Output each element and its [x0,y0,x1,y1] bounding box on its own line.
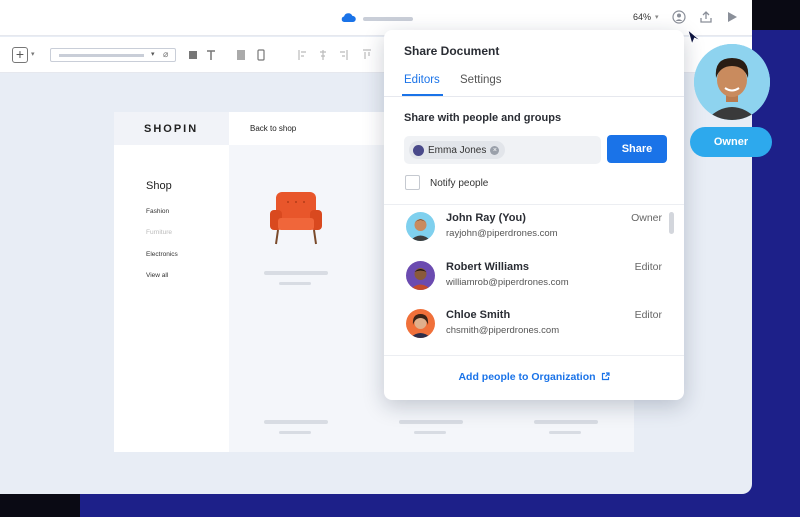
product-title-placeholder [264,420,328,424]
share-document-dialog: Share Document Editors Settings Share wi… [384,30,684,400]
person-role[interactable]: Editor [635,309,662,321]
shop-sidebar-title: Shop [146,180,172,192]
add-org-label: Add people to Organization [458,371,596,383]
share-section-label: Share with people and groups [404,112,562,124]
dialog-title: Share Document [404,44,500,58]
tab-editors[interactable]: Editors [404,74,440,86]
category-link[interactable]: Fashion [146,208,169,215]
list-item[interactable]: Robert Williams williamrob@piperdrones.c… [384,261,684,307]
product-price-placeholder [279,431,311,434]
shape-tool-icon[interactable] [188,49,198,61]
owner-avatar [694,44,770,120]
invitee-chip-label: Emma Jones [428,144,487,156]
product-price-placeholder [279,282,311,285]
invitee-chip[interactable]: Emma Jones × [409,141,506,159]
chevron-down-icon[interactable]: ▾ [31,50,35,58]
cloud-icon [341,13,356,22]
link-icon[interactable]: ⌀ [163,49,168,60]
align-left-icon[interactable] [298,49,308,61]
people-list-scrollbar[interactable] [669,212,674,234]
avatar [413,144,424,156]
person-email: chsmith@piperdrones.com [446,325,560,336]
person-email: williamrob@piperdrones.com [446,277,569,288]
style-select-placeholder [59,54,144,57]
chevron-down-icon: ▾ [151,51,155,58]
play-icon[interactable] [725,10,739,24]
invite-people-input[interactable]: Emma Jones × [404,136,601,164]
person-name: Chloe Smith [446,309,511,321]
divider [384,355,684,356]
category-link[interactable]: Electronics [146,251,178,258]
share-button[interactable]: Share [607,135,667,163]
notify-people-checkbox[interactable] [405,175,420,190]
tabs-divider [384,96,684,97]
person-email: rayjohn@piperdrones.com [446,228,558,239]
document-title-placeholder [363,17,413,21]
add-people-to-organization-link[interactable]: Add people to Organization [384,371,684,383]
person-name: John Ray (You) [446,212,526,224]
upload-icon[interactable] [699,10,713,24]
list-item[interactable]: Chloe Smith chsmith@piperdrones.com Edit… [384,309,684,355]
product-title-placeholder [399,420,463,424]
chevron-down-icon[interactable]: ▾ [655,13,659,21]
back-to-shop-link[interactable]: Back to shop [250,124,296,133]
device-tool-icon[interactable] [256,49,266,61]
category-link[interactable]: View all [146,272,168,279]
gradient-tool-icon[interactable] [236,49,246,61]
product-price-placeholder [549,431,581,434]
shop-logo: SHOPIN [144,123,199,135]
avatar [406,309,435,338]
avatar [406,261,435,290]
avatar [406,212,435,241]
add-element-button[interactable]: + [12,47,28,63]
mouse-pointer-icon [687,28,702,46]
style-select[interactable]: ▾ ⌀ [50,48,176,62]
product-price-placeholder [414,431,446,434]
text-tool-icon[interactable] [206,49,216,61]
armchair-product-image[interactable] [268,188,324,246]
external-link-icon [601,372,610,381]
divider [384,204,684,205]
remove-chip-icon[interactable]: × [490,145,500,155]
stage: 64% ▾ + ▾ ▾ ⌀ SHOPIN Back to shop Shop F… [0,0,800,517]
user-icon[interactable] [672,10,686,24]
tab-settings[interactable]: Settings [460,74,502,86]
person-name: Robert Williams [446,261,530,273]
notify-people-label: Notify people [430,178,489,189]
shop-header: SHOPIN [114,112,229,145]
owner-badge: Owner [690,127,772,157]
person-role[interactable]: Editor [635,261,662,273]
align-center-icon[interactable] [318,49,328,61]
product-title-placeholder [534,420,598,424]
category-link[interactable]: Furniture [146,229,172,236]
align-top-icon[interactable] [362,49,372,61]
shop-sidebar: Shop Fashion Furniture Electronics View … [114,145,229,452]
list-item[interactable]: John Ray (You) rayjohn@piperdrones.com O… [384,212,684,258]
person-role[interactable]: Owner [631,212,662,224]
align-right-icon[interactable] [338,49,348,61]
zoom-level[interactable]: 64% [633,12,651,22]
product-title-placeholder [264,271,328,275]
